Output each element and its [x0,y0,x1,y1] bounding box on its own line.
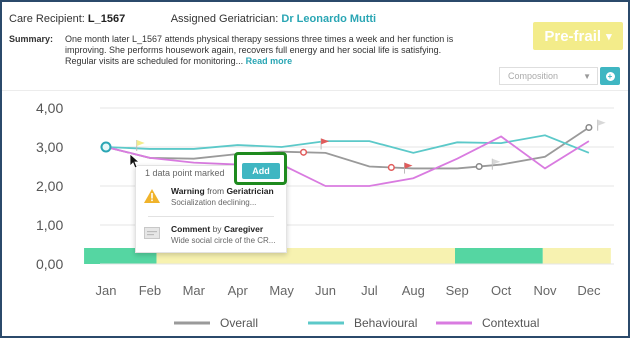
popup-warning-detail: Socialization declining... [171,198,257,207]
flag-icon [320,138,330,150]
x-tick-label: Jun [315,283,336,298]
popup-comment-detail: Wide social circle of the CR... [171,236,276,245]
y-tick-label: 1,00 [36,217,63,233]
x-tick-label: Feb [139,283,161,298]
popup-warning-author: Geriatrician [226,186,274,196]
y-tick-label: 0,00 [36,256,63,272]
mouse-cursor-icon [129,153,141,174]
x-tick-label: Sep [446,283,469,298]
data-point-marker [475,162,483,171]
x-tick-label: May [269,283,294,298]
flag-icon [597,119,606,131]
care-dashboard: Care Recipient: L_1567 Assigned Geriatri… [0,0,630,338]
x-tick-label: Nov [533,283,557,298]
data-point-marker [387,163,395,172]
legend-label: Behavioural [354,316,417,330]
x-tick-label: Oct [491,283,512,298]
legend-label: Overall [220,316,258,330]
data-point-marker [585,123,593,132]
popup-comment-kind: Comment [171,224,211,234]
comment-icon [144,227,160,242]
popup-divider [148,216,274,217]
x-tick-label: Dec [577,283,601,298]
x-tick-label: Apr [228,283,249,298]
x-tick-label: Jan [96,283,117,298]
y-tick-label: 2,00 [36,178,63,194]
popup-warning-kind: Warning [171,186,205,196]
y-tick-label: 4,00 [36,100,63,116]
x-tick-label: Jul [361,283,378,298]
status-band-segment [455,248,543,264]
add-annotation-button[interactable]: Add [242,163,280,179]
y-tick-label: 3,00 [36,139,63,155]
x-tick-label: Aug [402,283,425,298]
warning-icon [144,189,160,205]
data-point-marker [300,148,308,156]
popup-title: 1 data point marked [145,168,225,178]
selected-data-point [100,141,112,153]
series-line-behavioural [105,134,590,154]
x-tick-label: Mar [183,283,206,298]
popup-comment-author: Caregiver [223,224,264,234]
legend-label: Contextual [482,316,539,330]
frailty-chart: 0,00 1,00 2,00 3,00 4,00 Jan Feb Mar Apr May Jun J… [36,100,614,330]
status-band-segment [542,248,611,264]
